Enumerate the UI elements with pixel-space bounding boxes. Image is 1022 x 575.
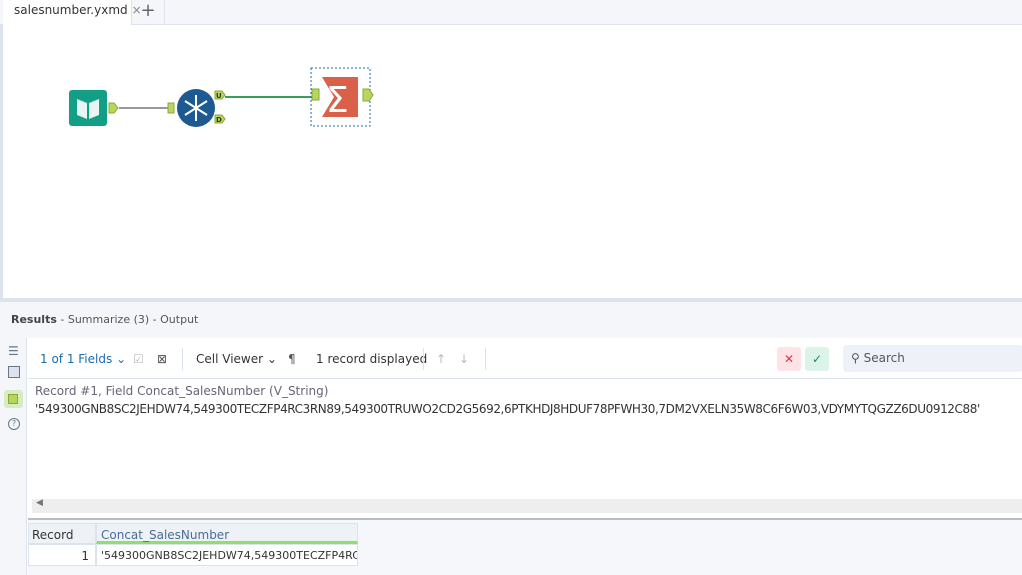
arrow-down-icon[interactable]: ↓: [459, 352, 469, 366]
results-toolbar: 1 of 1 Fields ⌄ ☑ ⊠ Cell Viewer ⌄ ¶ 1 re…: [28, 340, 1022, 379]
results-header: Results - Summarize (3) - Output: [0, 302, 1022, 338]
search-placeholder: Search: [863, 351, 905, 365]
svg-text:U: U: [216, 92, 222, 100]
fields-dropdown[interactable]: 1 of 1 Fields ⌄: [40, 352, 126, 366]
results-title: Results: [11, 313, 57, 326]
column-header-record[interactable]: Record: [28, 523, 96, 544]
chevron-down-icon: ⌄: [266, 352, 277, 366]
metadata-icon[interactable]: [8, 366, 20, 378]
viewer-dropdown[interactable]: Cell Viewer ⌄: [196, 352, 277, 366]
cell-viewer: Record #1, Field Concat_SalesNumber (V_S…: [28, 380, 1022, 517]
tab-salesnumber[interactable]: salesnumber.yxmd ×: [3, 0, 142, 25]
workflow-diagram: U D Σ: [69, 67, 374, 127]
results-sidebar: ☰ ?: [0, 338, 27, 575]
list-icon[interactable]: ☰: [8, 344, 19, 358]
check-icon: ✓: [811, 352, 823, 366]
add-tab-button[interactable]: +: [132, 0, 165, 25]
select-all-icon[interactable]: ☑: [133, 352, 144, 366]
row-number: 1: [28, 544, 96, 566]
search-input[interactable]: ⚲ Search: [843, 345, 1022, 372]
help-icon[interactable]: ?: [8, 418, 20, 430]
cell-header: Record #1, Field Concat_SalesNumber (V_S…: [35, 384, 329, 398]
x-icon: ✕: [783, 352, 795, 366]
data-output-icon[interactable]: [4, 390, 23, 408]
workflow-canvas[interactable]: U D Σ: [0, 25, 1022, 299]
svg-text:D: D: [216, 116, 222, 124]
input-data-tool[interactable]: [69, 90, 119, 126]
unique-tool[interactable]: U D: [167, 89, 226, 127]
table-cell[interactable]: '549300GNB8SC2JEHDW74,549300TECZFP4RC3R.…: [96, 544, 358, 566]
apply-button[interactable]: ✓: [805, 347, 829, 371]
tab-label: salesnumber.yxmd: [14, 3, 128, 17]
search-icon: ⚲: [851, 351, 860, 365]
viewer-label: Cell Viewer: [196, 352, 264, 366]
summarize-tool[interactable]: Σ: [310, 67, 374, 127]
results-grid: Record Concat_SalesNumber 1 '549300GNB8S…: [28, 518, 1022, 575]
results-subtitle: - Summarize (3) - Output: [56, 313, 199, 326]
deselect-icon[interactable]: ⊠: [157, 352, 167, 366]
sigma-icon: Σ: [326, 80, 349, 121]
arrow-up-icon[interactable]: ↑: [436, 352, 446, 366]
cell-value[interactable]: '549300GNB8SC2JEHDW74,549300TECZFP4RC3RN…: [35, 402, 980, 416]
record-count: 1 record displayed: [316, 352, 428, 366]
pilcrow-icon[interactable]: ¶: [288, 352, 296, 366]
cancel-button[interactable]: ✕: [777, 347, 801, 371]
scroll-left-icon: ◀: [36, 498, 43, 508]
column-header-concat-salesnumber[interactable]: Concat_SalesNumber: [96, 523, 358, 544]
tab-bar: salesnumber.yxmd × +: [0, 0, 1022, 25]
chevron-down-icon: ⌄: [116, 352, 127, 366]
horizontal-scrollbar[interactable]: ◀: [32, 498, 1022, 513]
fields-label: 1 of 1 Fields: [40, 352, 113, 366]
